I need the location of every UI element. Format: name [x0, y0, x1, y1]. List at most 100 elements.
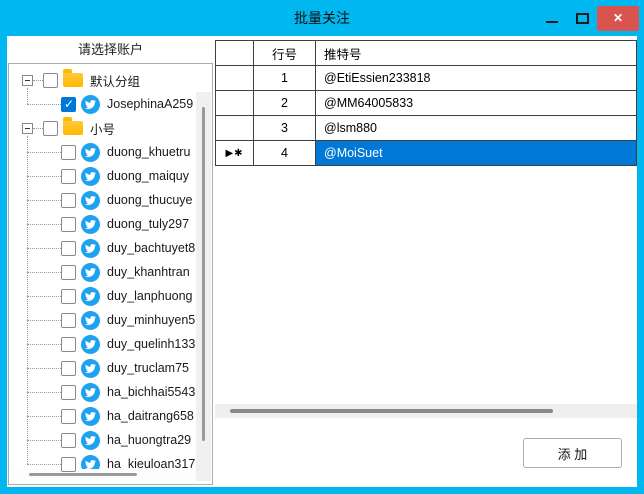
collapse-icon[interactable]: [22, 123, 33, 134]
account-label: duy_minhuyen5: [107, 313, 195, 327]
account-checkbox[interactable]: [61, 193, 76, 208]
tree-account-row[interactable]: duong_khuetru: [9, 140, 212, 164]
account-label: duong_thucuye: [107, 193, 193, 207]
grid-data-row[interactable]: 1 @EtiEssien233818: [216, 66, 637, 91]
account-label: duy_quelinh133: [107, 337, 195, 351]
twitter-icon: [81, 143, 100, 162]
minimize-button[interactable]: [537, 5, 567, 31]
account-checkbox[interactable]: [61, 145, 76, 160]
tree-account-row[interactable]: ha_huongtra29: [9, 428, 212, 452]
tree-account-row[interactable]: ha_daitrang658: [9, 404, 212, 428]
row-line-number-cell: 3: [254, 116, 316, 141]
account-checkbox[interactable]: [61, 241, 76, 256]
folder-icon: [63, 121, 83, 135]
twitter-icon: [81, 239, 100, 258]
twitter-icon: [81, 335, 100, 354]
tree-connector: [27, 344, 61, 345]
row-marker-cell: [216, 91, 254, 116]
tree-connector: [27, 296, 61, 297]
tree-vertical-scrollbar[interactable]: [196, 92, 211, 481]
grid-data-row[interactable]: 3 @lsm880: [216, 116, 637, 141]
account-checkbox[interactable]: [61, 289, 76, 304]
tree-account-row[interactable]: duy_minhuyen5: [9, 308, 212, 332]
twitter-handle-grid: 行号 推特号 1 @EtiEssien233818 2 @MM64005833 …: [215, 40, 637, 418]
minimize-icon: [546, 21, 558, 23]
twitter-icon: [81, 95, 100, 114]
tree-horizontal-scrollbar[interactable]: [11, 469, 195, 481]
account-checkbox[interactable]: [61, 361, 76, 376]
account-label: ha_huongtra29: [107, 433, 191, 447]
tree-account-row[interactable]: duy_khanhtran: [9, 260, 212, 284]
twitter-icon: [81, 431, 100, 450]
maximize-button[interactable]: [567, 5, 597, 31]
account-label: ha_bichhai5543: [107, 385, 195, 399]
row-handle-cell[interactable]: @lsm880: [316, 116, 637, 141]
account-checkbox[interactable]: [61, 265, 76, 280]
grid-horizontal-scrollbar-thumb[interactable]: [230, 409, 553, 413]
folder-icon: [63, 73, 83, 87]
account-checkbox[interactable]: [61, 385, 76, 400]
group-checkbox[interactable]: [43, 121, 58, 136]
account-checkbox[interactable]: [61, 457, 76, 472]
account-panel-header: 请选择账户: [7, 36, 214, 63]
tree-account-row[interactable]: duy_truclam75: [9, 356, 212, 380]
maximize-icon: [576, 13, 589, 24]
account-checkbox[interactable]: [61, 217, 76, 232]
tree-vertical-scrollbar-thumb[interactable]: [202, 107, 205, 441]
tree-group-row[interactable]: 小号: [9, 116, 212, 140]
tree-account-row[interactable]: ha_bichhai5543: [9, 380, 212, 404]
tree-connector: [27, 272, 61, 273]
row-marker-cell: [216, 66, 254, 91]
tree-connector: [33, 80, 43, 81]
header-row-marker: [216, 41, 254, 66]
close-button[interactable]: ✕: [597, 6, 639, 31]
tree-connector: [27, 176, 61, 177]
tree-connector: [27, 416, 61, 417]
window-frame: 批量关注 ✕ 请选择账户 默认分组: [0, 0, 644, 494]
group-label: 小号: [90, 119, 115, 138]
row-handle-cell[interactable]: @EtiEssien233818: [316, 66, 637, 91]
account-checkbox[interactable]: [61, 409, 76, 424]
add-button-label: 添 加: [558, 444, 588, 463]
tree-connector: [27, 104, 61, 105]
row-handle-cell[interactable]: @MoiSuet: [316, 141, 637, 166]
account-tree: 默认分组 JosephinaA259 小号 duong_khuetru: [9, 68, 212, 476]
tree-account-row[interactable]: duy_quelinh133: [9, 332, 212, 356]
account-label: JosephinaA259: [107, 97, 193, 111]
account-checkbox[interactable]: [61, 433, 76, 448]
tree-account-row[interactable]: JosephinaA259: [9, 92, 212, 116]
grid-horizontal-scrollbar[interactable]: [215, 404, 637, 418]
account-label: duy_truclam75: [107, 361, 189, 375]
tree-group: 默认分组 JosephinaA259: [9, 68, 212, 116]
grid-header-row: 行号 推特号: [216, 41, 637, 66]
tree-group-row[interactable]: 默认分组: [9, 68, 212, 92]
collapse-icon[interactable]: [22, 75, 33, 86]
account-label: duong_tuly297: [107, 217, 189, 231]
account-checkbox[interactable]: [61, 337, 76, 352]
tree-connector: [27, 152, 61, 153]
tree-account-row[interactable]: duy_lanphuong: [9, 284, 212, 308]
row-handle-cell[interactable]: @MM64005833: [316, 91, 637, 116]
row-marker-cell: ▶✱: [216, 141, 254, 166]
account-checkbox[interactable]: [61, 97, 76, 112]
tree-account-row[interactable]: duong_thucuye: [9, 188, 212, 212]
tree-connector: [27, 392, 61, 393]
tree-connector: [27, 440, 61, 441]
tree-horizontal-scrollbar-thumb[interactable]: [29, 473, 137, 476]
grid-data-row[interactable]: 2 @MM64005833: [216, 91, 637, 116]
group-children: JosephinaA259: [9, 92, 212, 116]
tree-account-row[interactable]: duy_bachtuyet8: [9, 236, 212, 260]
tree-connector: [27, 200, 61, 201]
tree-account-row[interactable]: duong_maiquy: [9, 164, 212, 188]
grid-rows: 行号 推特号 1 @EtiEssien233818 2 @MM64005833 …: [215, 40, 637, 166]
group-checkbox[interactable]: [43, 73, 58, 88]
tree-account-row[interactable]: duong_tuly297: [9, 212, 212, 236]
dialog-content: 请选择账户 默认分组 JosephinaA259 小号: [7, 36, 637, 487]
twitter-icon: [81, 359, 100, 378]
twitter-icon: [81, 407, 100, 426]
account-label: duy_khanhtran: [107, 265, 190, 279]
grid-data-row[interactable]: ▶✱ 4 @MoiSuet: [216, 141, 637, 166]
account-checkbox[interactable]: [61, 169, 76, 184]
account-checkbox[interactable]: [61, 313, 76, 328]
add-button[interactable]: 添 加: [523, 438, 622, 468]
